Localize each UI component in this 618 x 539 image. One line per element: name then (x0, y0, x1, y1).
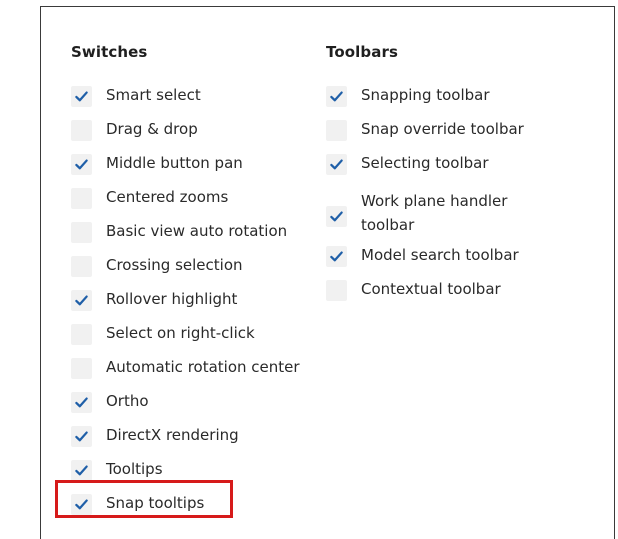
checkmark-icon (75, 465, 88, 476)
switch-select-on-right-click[interactable]: Select on right-click (71, 324, 255, 345)
checkbox-label: Drag & drop (106, 120, 198, 138)
checkbox-label: Model search toolbar (361, 246, 519, 264)
checkmark-icon (330, 251, 343, 262)
switches-heading: Switches (71, 43, 148, 61)
checkbox[interactable] (326, 246, 347, 267)
checkbox-label: Basic view auto rotation (106, 222, 288, 240)
switch-crossing-selection[interactable]: Crossing selection (71, 256, 243, 277)
checkbox-label: Contextual toolbar (361, 280, 501, 298)
checkmark-icon (330, 91, 343, 102)
checkmark-icon (75, 431, 88, 442)
checkbox-label: Snap override toolbar (361, 120, 524, 138)
checkbox[interactable] (71, 392, 92, 413)
checkbox[interactable] (71, 120, 92, 141)
checkbox[interactable] (71, 222, 92, 243)
checkbox[interactable] (71, 256, 92, 277)
checkbox[interactable] (71, 460, 92, 481)
checkmark-icon (75, 499, 88, 510)
switch-directx-rendering[interactable]: DirectX rendering (71, 426, 239, 447)
switch-rollover-highlight[interactable]: Rollover highlight (71, 290, 237, 311)
checkbox-label: Rollover highlight (106, 290, 238, 308)
checkbox[interactable] (71, 290, 92, 311)
checkbox-label: Tooltips (106, 460, 163, 478)
checkbox-label: Snap tooltips (106, 494, 205, 512)
toolbar-snapping[interactable]: Snapping toolbar (326, 86, 490, 107)
switch-tooltips[interactable]: Tooltips (71, 460, 163, 481)
checkbox-label: DirectX rendering (106, 426, 239, 444)
checkmark-icon (75, 397, 88, 408)
checkbox[interactable] (71, 358, 92, 379)
checkbox-label: Crossing selection (106, 256, 243, 274)
checkbox-label: Automatic rotation center (106, 358, 300, 376)
checkbox-label: Centered zooms (106, 188, 229, 206)
checkbox[interactable] (71, 154, 92, 175)
checkbox[interactable] (326, 86, 347, 107)
checkbox-label: Selecting toolbar (361, 154, 489, 172)
checkbox[interactable] (71, 426, 92, 447)
checkmark-icon (330, 210, 343, 221)
switch-drag-drop[interactable]: Drag & drop (71, 120, 198, 141)
switch-automatic-rotation-center[interactable]: Automatic rotation center (71, 358, 300, 379)
toolbar-work-plane-handler[interactable]: Work plane handler toolbar (326, 189, 541, 237)
checkbox[interactable] (326, 120, 347, 141)
checkbox-label: Middle button pan (106, 154, 243, 172)
settings-panel: Switches Smart select Drag & drop Middle… (40, 6, 615, 539)
checkmark-icon (330, 159, 343, 170)
checkbox[interactable] (326, 205, 347, 227)
switch-middle-button-pan[interactable]: Middle button pan (71, 154, 243, 175)
switch-smart-select[interactable]: Smart select (71, 86, 201, 107)
checkbox[interactable] (71, 86, 92, 107)
screenshot: Switches Smart select Drag & drop Middle… (0, 0, 618, 539)
switch-basic-view-auto-rotation[interactable]: Basic view auto rotation (71, 222, 287, 243)
checkbox-label: Snapping toolbar (361, 86, 490, 104)
toolbars-heading: Toolbars (326, 43, 398, 61)
toolbar-snap-override[interactable]: Snap override toolbar (326, 120, 524, 141)
checkbox[interactable] (71, 188, 92, 209)
checkmark-icon (75, 159, 88, 170)
checkbox[interactable] (71, 494, 92, 515)
toolbar-contextual[interactable]: Contextual toolbar (326, 280, 501, 301)
checkbox-label: Ortho (106, 392, 149, 410)
toolbar-selecting[interactable]: Selecting toolbar (326, 154, 489, 175)
switch-centered-zooms[interactable]: Centered zooms (71, 188, 228, 209)
checkbox-label: Smart select (106, 86, 201, 104)
switch-snap-tooltips[interactable]: Snap tooltips (71, 494, 204, 515)
checkbox[interactable] (71, 324, 92, 345)
switch-ortho[interactable]: Ortho (71, 392, 149, 413)
checkmark-icon (75, 295, 88, 306)
toolbar-model-search[interactable]: Model search toolbar (326, 246, 519, 267)
checkmark-icon (75, 91, 88, 102)
checkbox-label: Select on right-click (106, 324, 255, 342)
checkbox[interactable] (326, 280, 347, 301)
checkbox-label: Work plane handler toolbar (361, 192, 508, 234)
checkbox[interactable] (326, 154, 347, 175)
